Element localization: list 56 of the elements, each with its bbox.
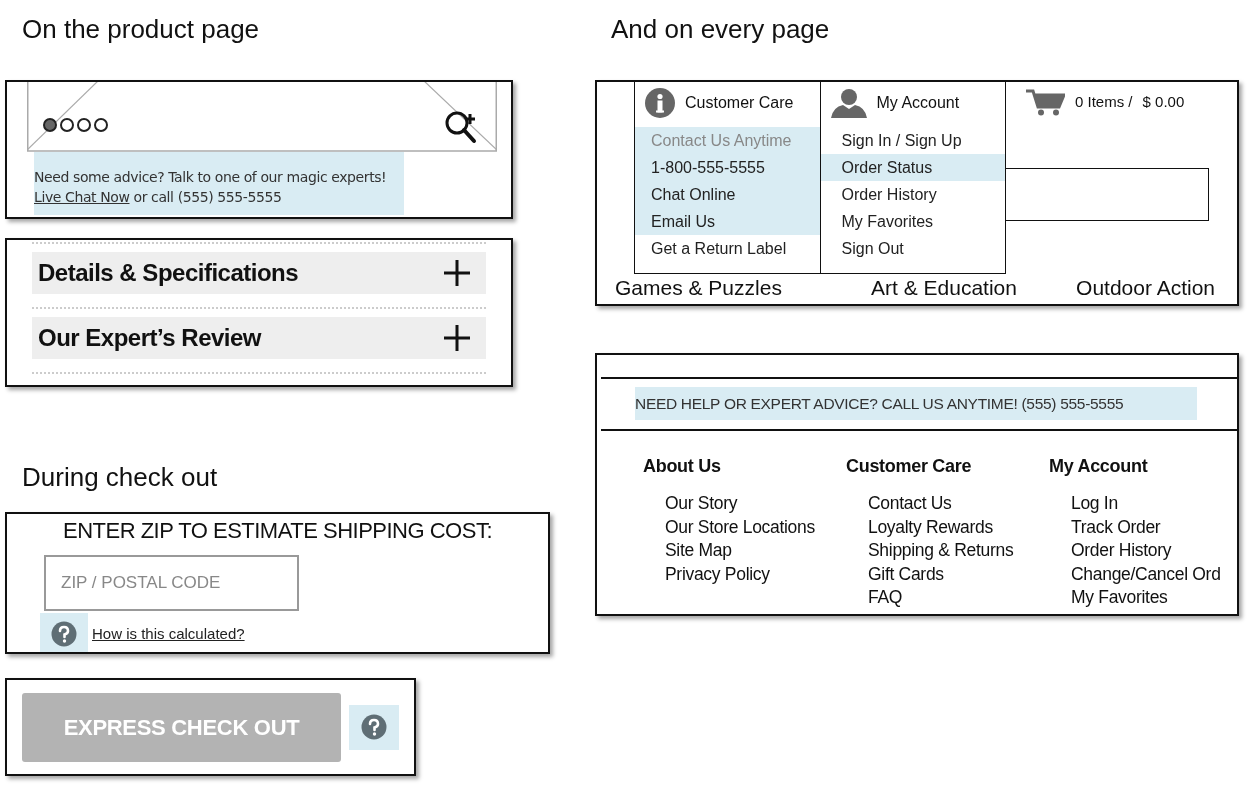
footer-link[interactable]: My Favorites — [1049, 586, 1237, 610]
footer-link[interactable]: Site Map — [643, 539, 846, 563]
menu-item[interactable]: My Favorites — [820, 208, 1005, 235]
section-heading: And on every page — [611, 13, 830, 46]
menu-title[interactable]: My Account — [876, 91, 960, 115]
cart-total: $ 0.00 — [1142, 91, 1185, 112]
footer-link[interactable]: Gift Cards — [846, 562, 1049, 587]
live-chat-link[interactable]: Live Chat Now — [34, 189, 130, 205]
plus-icon[interactable] — [444, 260, 470, 286]
help-banner: NEED HELP OR EXPERT ADVICE? CALL US ANYTIME! (555) 555-5555 — [635, 387, 1197, 421]
calculation-link[interactable]: How is this calculated? — [92, 622, 245, 646]
section-heading: During check out — [22, 461, 218, 494]
menu-title[interactable]: Customer Care — [685, 91, 794, 115]
footer-link[interactable]: FAQ — [846, 586, 1049, 610]
menu-item[interactable]: Email Us — [635, 208, 820, 235]
footer-link[interactable]: Shipping & Returns — [846, 539, 1049, 563]
cart-icon[interactable] — [1025, 88, 1065, 116]
footer-link[interactable]: Track Order — [1049, 515, 1237, 540]
footer-link[interactable]: Change/Cancel Ord — [1049, 562, 1237, 587]
zip-field[interactable]: ZIP / POSTAL CODE — [44, 555, 299, 611]
category-link[interactable]: Art & Education — [871, 275, 1017, 300]
footer-heading: Customer Care — [846, 455, 973, 479]
footer-link[interactable]: Our Store Locations — [643, 515, 846, 540]
shipping-title: ENTER ZIP TO ESTIMATE SHIPPING COST: — [62, 517, 493, 545]
menu-item[interactable]: Order History — [820, 181, 1005, 208]
category-link[interactable]: Games & Puzzles — [615, 275, 782, 300]
footer-link[interactable]: Log In — [1049, 492, 1237, 516]
menu-item[interactable]: 1-800-555-5555 — [635, 154, 820, 181]
footer-link[interactable]: Our Story — [643, 492, 846, 516]
menu-item[interactable]: Get a Return Label — [635, 235, 820, 262]
footer-link[interactable]: Contact Us — [846, 492, 1049, 516]
category-link[interactable]: Outdoor Action — [1076, 275, 1215, 300]
advice-text: Need some advice? Talk to one of our magic experts! Live Chat Now or call (555) 555-5555 — [34, 152, 404, 215]
menu-item[interactable]: Sign Out — [820, 235, 1005, 262]
footer-link[interactable]: Loyalty Rewards — [846, 515, 1049, 540]
accordion-header[interactable]: Our Expert’s Review — [32, 317, 486, 359]
cart-count: 0 Items / — [1075, 91, 1133, 112]
section-heading: On the product page — [22, 13, 260, 46]
footer-link[interactable]: Order History — [1049, 539, 1237, 563]
carousel-dot[interactable] — [94, 118, 108, 132]
person-icon — [830, 88, 867, 118]
footer-heading: My Account — [1049, 455, 1149, 479]
accordion-title: Details & Specifications — [38, 258, 299, 288]
menu-item[interactable]: Chat Online — [635, 181, 820, 208]
info-icon — [645, 88, 675, 118]
plus-icon[interactable] — [444, 325, 470, 351]
footer-heading: About Us — [643, 455, 722, 479]
help-icon[interactable] — [51, 621, 77, 647]
accordion-header[interactable]: Details & Specifications — [32, 252, 486, 294]
carousel-dot[interactable] — [77, 118, 91, 132]
menu-item[interactable]: Sign In / Sign Up — [820, 127, 1005, 154]
carousel-dot[interactable] — [60, 118, 74, 132]
menu-caption: Contact Us Anytime — [635, 127, 820, 154]
accordion-title: Our Expert’s Review — [38, 323, 262, 353]
footer-link[interactable]: Privacy Policy — [643, 562, 846, 587]
menu-item[interactable]: Order Status — [820, 154, 1005, 181]
